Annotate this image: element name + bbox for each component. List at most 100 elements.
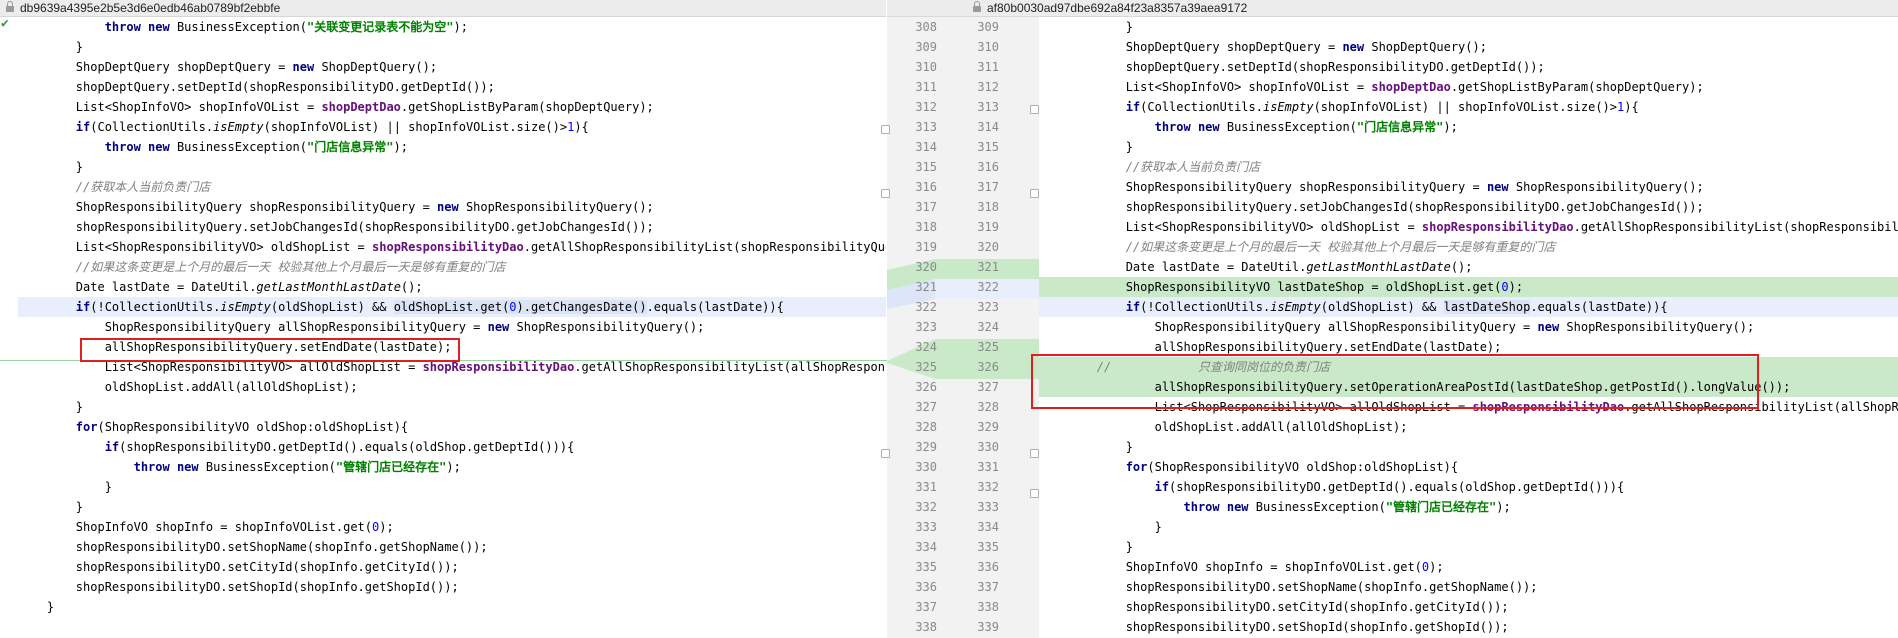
code-line: shopResponsibilityDO.setShopName(shopInf… — [1039, 580, 1538, 594]
code-line: } — [1039, 440, 1133, 454]
code-line: if(CollectionUtils.isEmpty(shopInfoVOLis… — [75, 120, 589, 134]
left-line-number: 312 — [915, 100, 937, 114]
code-line: shopResponsibilityDO.setShopId(shopInfo.… — [1039, 620, 1509, 634]
right-code-pane[interactable]: } ShopDeptQuery shopDeptQuery = new Shop… — [1039, 17, 1898, 638]
right-line-number: 312 — [977, 80, 999, 94]
checkmark-icon: ✔ — [1, 16, 9, 31]
code-line: throw new BusinessException("管辖门店已经存在"); — [133, 460, 461, 474]
left-line-number: 316 — [915, 180, 937, 194]
code-line: shopResponsibilityDO.setCityId(shopInfo.… — [18, 560, 459, 574]
left-code-pane[interactable]: throw new BusinessException("关联变更记录表不能为空… — [18, 17, 886, 638]
right-line-number: 334 — [977, 520, 999, 534]
right-file-header: af80b0030ad97dbe692a84f23a8357a39aea9172 — [887, 0, 1898, 17]
code-line: } — [1039, 20, 1133, 34]
fold-icon[interactable] — [1030, 489, 1039, 498]
left-line-number: 321 — [915, 280, 937, 294]
left-line-number: 317 — [915, 200, 937, 214]
left-line-number: 331 — [915, 480, 937, 494]
code-line: ShopInfoVO shopInfo = shopInfoVOList.get… — [1039, 560, 1444, 574]
right-line-number: 338 — [977, 600, 999, 614]
code-line: } — [18, 600, 55, 614]
code-line: } — [1039, 520, 1162, 534]
right-line-number: 317 — [977, 180, 999, 194]
code-line: shopResponsibilityQuery.setJobChangesId(… — [1039, 200, 1704, 214]
left-file-header: db9639a4395e2b5e3d6e0edb46ab0789bf2ebbfe — [0, 0, 886, 17]
left-line-number: 335 — [915, 560, 937, 574]
right-line-number: 321 — [977, 260, 999, 274]
fold-icon[interactable] — [1030, 449, 1039, 458]
diff-gutter: 308 309 309 310 310 311 311 312 312 313 313 314 314 3… — [887, 17, 1039, 638]
code-line: //获取本人当前负责门店 — [1125, 160, 1261, 174]
left-line-number: 310 — [915, 60, 937, 74]
code-line: ShopResponsibilityQuery allShopResponsib… — [18, 320, 705, 334]
fold-icon[interactable] — [1030, 189, 1039, 198]
annotation-box-right — [1031, 354, 1759, 409]
code-line: if(!CollectionUtils.isEmpty(oldShopList)… — [1039, 297, 1898, 317]
left-line-number: 333 — [915, 520, 937, 534]
left-line-number: 313 — [915, 120, 937, 134]
code-line: if(!CollectionUtils.isEmpty(oldShopList)… — [18, 297, 886, 317]
left-line-number: 328 — [915, 420, 937, 434]
code-line: throw new BusinessException("门店信息异常"); — [104, 140, 408, 154]
left-line-number: 309 — [915, 40, 937, 54]
right-line-number: 315 — [977, 140, 999, 154]
left-line-number: 322 — [915, 300, 937, 314]
right-line-number: 320 — [977, 240, 999, 254]
code-line: //如果这条变更是上个月的最后一天 校验其他上个月最后一天是够有重复的门店 — [1125, 240, 1556, 254]
left-line-number: 308 — [915, 20, 937, 34]
left-line-number: 311 — [915, 80, 937, 94]
right-line-number: 319 — [977, 220, 999, 234]
left-line-number: 323 — [915, 320, 937, 334]
right-line-number: 323 — [977, 300, 999, 314]
right-line-number: 318 — [977, 200, 999, 214]
code-line: shopResponsibilityDO.setCityId(shopInfo.… — [1039, 600, 1509, 614]
code-line: shopDeptQuery.setDeptId(shopResponsibili… — [1039, 60, 1545, 74]
right-line-number: 325 — [977, 340, 999, 354]
left-line-number: 320 — [915, 260, 937, 274]
left-line-number: 319 — [915, 240, 937, 254]
left-line-number: 332 — [915, 500, 937, 514]
code-line: if(shopResponsibilityDO.getDeptId().equa… — [104, 440, 575, 454]
right-line-number: 339 — [977, 620, 999, 634]
code-line: //获取本人当前负责门店 — [75, 180, 211, 194]
code-line: throw new BusinessException("门店信息异常"); — [1154, 120, 1458, 134]
code-line: shopResponsibilityDO.setShopId(shopInfo.… — [18, 580, 459, 594]
left-line-number: 336 — [915, 580, 937, 594]
fold-icon[interactable] — [881, 125, 890, 134]
right-line-number: 331 — [977, 460, 999, 474]
lock-icon — [973, 1, 981, 12]
right-line-number: 336 — [977, 560, 999, 574]
code-line: } — [18, 500, 84, 514]
code-line: List<ShopInfoVO> shopInfoVOList = shopDe… — [1039, 80, 1704, 94]
code-line: List<ShopResponsibilityVO> oldShopList =… — [1039, 220, 1898, 234]
code-line: for(ShopResponsibilityVO oldShop:oldShop… — [1125, 460, 1459, 474]
left-line-number: 327 — [915, 400, 937, 414]
fold-icon[interactable] — [1030, 105, 1039, 114]
fold-icon[interactable] — [881, 449, 890, 458]
left-line-number: 337 — [915, 600, 937, 614]
code-line: ShopResponsibilityQuery shopResponsibili… — [18, 200, 654, 214]
code-line: } — [18, 160, 84, 174]
right-line-number: 333 — [977, 500, 999, 514]
left-line-number: 315 — [915, 160, 937, 174]
right-line-number: 328 — [977, 400, 999, 414]
code-line: oldShopList.addAll(allOldShopList); — [18, 380, 358, 394]
left-line-number: 318 — [915, 220, 937, 234]
right-line-number: 329 — [977, 420, 999, 434]
code-line: throw new BusinessException("管辖门店已经存在"); — [1183, 500, 1511, 514]
code-line: } — [18, 40, 84, 54]
right-line-number: 330 — [977, 440, 999, 454]
lock-icon — [6, 1, 14, 12]
fold-icon[interactable] — [881, 189, 890, 198]
code-line: ShopDeptQuery shopDeptQuery = new ShopDe… — [1039, 40, 1487, 54]
left-line-number: 329 — [915, 440, 937, 454]
left-line-number: 325 — [915, 360, 937, 374]
right-revision-hash: af80b0030ad97dbe692a84f23a8357a39aea9172 — [987, 1, 1248, 15]
code-line: ShopResponsibilityQuery allShopResponsib… — [1039, 320, 1755, 334]
left-revision-hash: db9639a4395e2b5e3d6e0edb46ab0789bf2ebbfe — [20, 1, 281, 15]
left-line-number: 324 — [915, 340, 937, 354]
code-line: List<ShopResponsibilityVO> oldShopList =… — [18, 240, 886, 254]
code-line: ShopResponsibilityVO lastDateShop = oldS… — [1039, 277, 1898, 297]
code-line: } — [18, 400, 84, 414]
code-line: for(ShopResponsibilityVO oldShop:oldShop… — [75, 420, 409, 434]
